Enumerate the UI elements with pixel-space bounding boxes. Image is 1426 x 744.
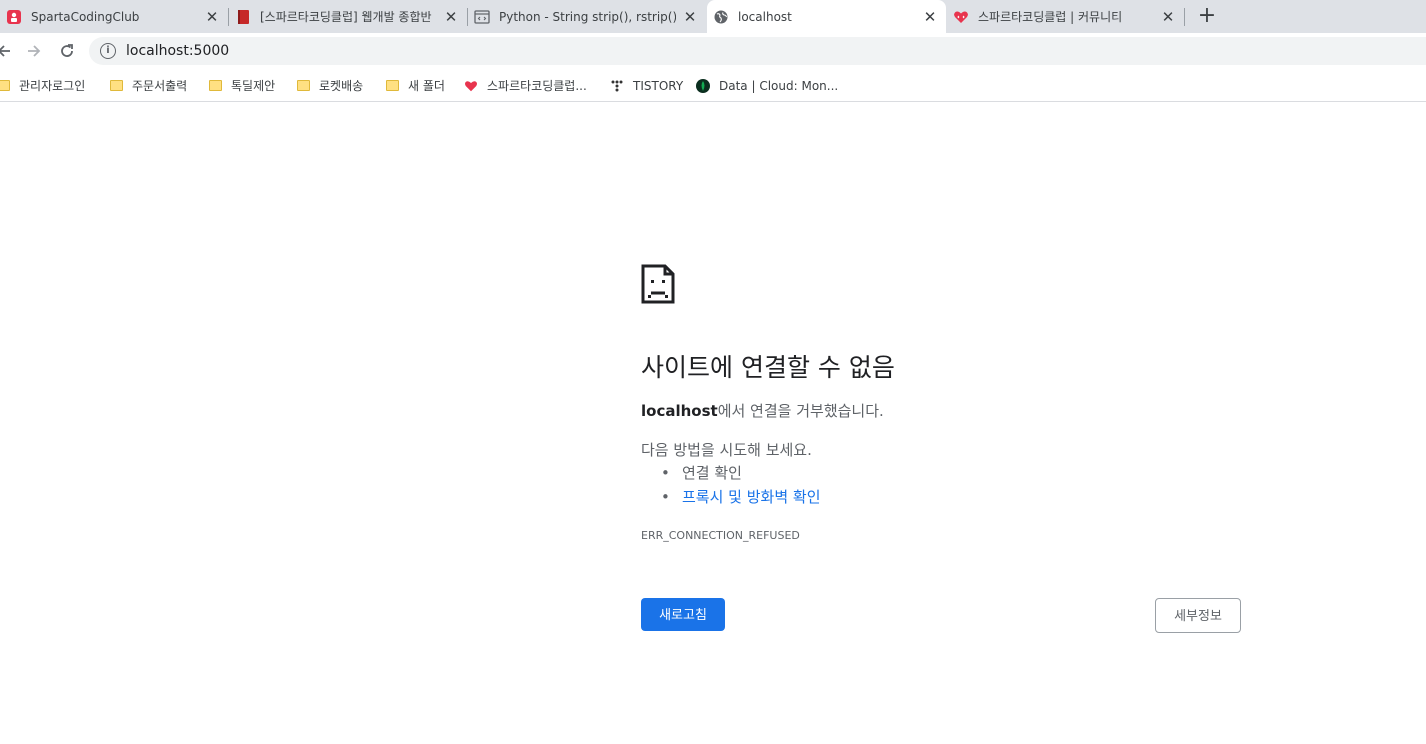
error-description: localhost에서 연결을 거부했습니다. [641, 400, 884, 421]
sparta-logo-icon [6, 9, 22, 25]
bookmark-rocket-delivery[interactable]: 로켓배송 [296, 70, 363, 101]
suggestion-list: 연결 확인 프록시 및 방화벽 확인 [641, 461, 821, 509]
arrow-right-icon [28, 45, 41, 57]
error-code: ERR_CONNECTION_REFUSED [641, 529, 800, 542]
error-host: localhost [641, 402, 718, 420]
details-button[interactable]: 세부정보 [1155, 598, 1241, 633]
tab-spartacodingclub[interactable]: SpartaCodingClub ✕ [0, 0, 228, 33]
bookmark-new-folder[interactable]: 새 폴더 [385, 70, 445, 101]
globe-icon [713, 9, 729, 25]
suggestion-heading: 다음 방법을 시도해 보세요. [641, 441, 812, 459]
bookmark-sparta[interactable]: 스파르타코딩클럽... [464, 70, 587, 101]
close-icon[interactable]: ✕ [204, 9, 220, 25]
bookmark-tistory[interactable]: TISTORY [610, 70, 683, 101]
close-icon[interactable]: ✕ [682, 9, 698, 25]
bookmark-label: 스파르타코딩클럽... [487, 79, 587, 93]
suggestion-check-connection: 연결 확인 [641, 461, 821, 485]
reload-page-button[interactable]: 새로고침 [641, 598, 725, 631]
folder-icon [109, 79, 123, 93]
bookmark-talkdeal[interactable]: 톡딜제안 [208, 70, 275, 101]
tab-title: SpartaCodingClub [31, 9, 140, 24]
folder-icon [385, 79, 399, 93]
new-tab-button[interactable]: + [1196, 5, 1218, 27]
bookmark-admin-login[interactable]: 관리자로그인 [0, 70, 85, 101]
tistory-icon [610, 79, 624, 93]
close-icon[interactable]: ✕ [1160, 9, 1176, 25]
url-text: localhost:5000 [126, 43, 230, 59]
error-title: 사이트에 연결할 수 없음 [641, 353, 895, 382]
back-button[interactable] [0, 39, 16, 63]
bookmarks-bar: 관리자로그인 주문서출력 톡딜제안 로켓배송 새 폴더 스파르타코딩클럽... … [0, 70, 1426, 102]
error-description-text: 에서 연결을 거부했습니다. [717, 402, 884, 420]
close-icon[interactable]: ✕ [443, 9, 459, 25]
bookmark-mongodb[interactable]: Data | Cloud: Mon... [696, 70, 838, 101]
tab-webdev-course[interactable]: [스파르타코딩클럽] 웹개발 종합반 ✕ [229, 0, 467, 33]
bookmark-label: 톡딜제안 [231, 79, 276, 93]
tab-title: Python - String strip(), rstrip(), lstri… [499, 9, 676, 24]
tab-title: 스파르타코딩클럽 | 커뮤니티 [978, 10, 1123, 24]
tab-divider [1184, 8, 1185, 26]
folder-icon [208, 79, 222, 93]
info-icon[interactable]: i [100, 43, 116, 59]
tab-python-strip[interactable]: Python - String strip(), rstrip(), lstri… [468, 0, 706, 33]
arrow-left-icon [0, 45, 10, 57]
close-icon[interactable]: ✕ [922, 9, 938, 25]
tab-sparta-community[interactable]: 스파르타코딩클럽 | 커뮤니티 ✕ [947, 0, 1184, 33]
sad-document-icon [641, 264, 675, 304]
forward-button[interactable] [22, 39, 46, 63]
browser-toolbar: i localhost:5000 [0, 33, 1426, 70]
address-bar[interactable]: i localhost:5000 [89, 37, 1426, 65]
tab-title: localhost [738, 9, 792, 24]
refresh-icon [61, 44, 73, 57]
sparta-heart-icon [464, 79, 478, 93]
mongodb-leaf-icon [696, 78, 710, 93]
tab-strip: SpartaCodingClub ✕ [스파르타코딩클럽] 웹개발 종합반 ✕ … [0, 0, 1426, 33]
proxy-firewall-link[interactable]: 프록시 및 방화벽 확인 [682, 488, 821, 506]
suggestion-check-proxy: 프록시 및 방화벽 확인 [641, 485, 821, 509]
bookmark-label: 주문서출력 [132, 79, 188, 93]
bookmark-label: Data | Cloud: Mon... [719, 78, 839, 93]
bookmark-label: 관리자로그인 [19, 79, 86, 93]
book-icon [235, 9, 251, 25]
bookmark-label: 로켓배송 [319, 79, 364, 93]
code-icon [474, 9, 490, 25]
tab-title: [스파르타코딩클럽] 웹개발 종합반 [260, 10, 432, 24]
tab-localhost[interactable]: localhost ✕ [707, 0, 946, 33]
sparta-heart-icon [953, 9, 969, 25]
bookmark-label: TISTORY [633, 78, 684, 93]
bookmark-label: 새 폴더 [408, 79, 445, 93]
folder-icon [0, 79, 10, 93]
folder-icon [296, 79, 310, 93]
reload-button[interactable] [55, 39, 79, 63]
bookmark-order-print[interactable]: 주문서출력 [109, 70, 187, 101]
